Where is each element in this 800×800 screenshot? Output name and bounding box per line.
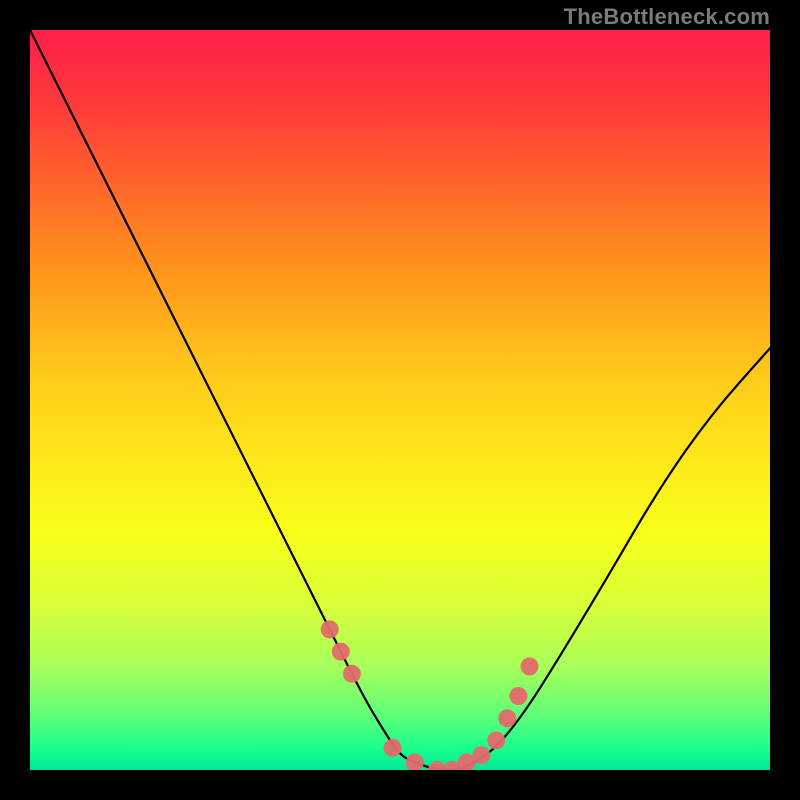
chart-frame: TheBottleneck.com bbox=[0, 0, 800, 800]
chart-svg bbox=[30, 30, 770, 770]
marker-dot bbox=[384, 739, 402, 757]
bottleneck-curve-line bbox=[30, 30, 770, 770]
marker-dot bbox=[498, 709, 516, 727]
marker-dot bbox=[472, 746, 490, 764]
marker-dot bbox=[406, 754, 424, 770]
plot-area bbox=[30, 30, 770, 770]
marker-dot bbox=[521, 657, 539, 675]
marker-dot bbox=[487, 731, 505, 749]
marker-dot bbox=[321, 620, 339, 638]
highlight-markers bbox=[321, 620, 539, 770]
marker-dot bbox=[509, 687, 527, 705]
marker-dot bbox=[332, 643, 350, 661]
marker-dot bbox=[343, 665, 361, 683]
watermark-text: TheBottleneck.com bbox=[564, 4, 770, 30]
